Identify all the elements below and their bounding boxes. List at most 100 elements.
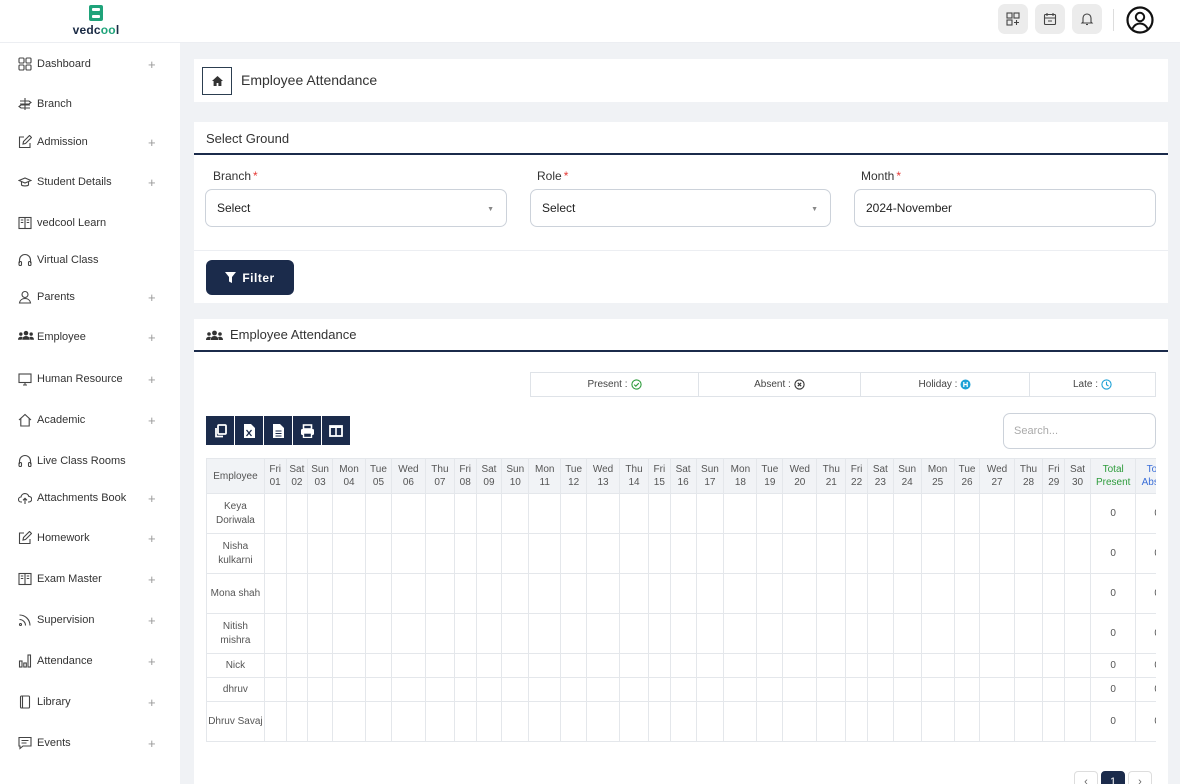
expand-plus-icon[interactable]: + — [148, 572, 156, 587]
day-cell — [453, 677, 477, 702]
expand-plus-icon[interactable]: + — [148, 175, 156, 190]
brand-logo[interactable]: vedcool — [68, 4, 124, 37]
expand-plus-icon[interactable]: + — [148, 531, 156, 546]
day-cell — [1042, 653, 1066, 678]
sidebar-item-label: Attendance — [37, 655, 93, 667]
prev-page-button[interactable]: ‹ — [1074, 771, 1098, 784]
book-open-icon — [18, 216, 32, 230]
expand-plus-icon[interactable]: + — [148, 613, 156, 628]
filter-button[interactable]: Filter — [206, 260, 294, 295]
sidebar-item-academic[interactable]: Academic + — [0, 402, 180, 438]
column-header-day: Wed 13 — [586, 458, 621, 494]
sidebar-item-supervision[interactable]: Supervision + — [0, 602, 180, 638]
day-cell — [1042, 613, 1066, 654]
notifications-button[interactable] — [1072, 4, 1102, 34]
expand-plus-icon[interactable]: + — [148, 491, 156, 506]
sidebar-item-vedcool-learn[interactable]: vedcool Learn — [0, 205, 180, 241]
day-cell — [1064, 677, 1091, 702]
day-cell — [560, 613, 588, 654]
day-cell — [845, 613, 868, 654]
branch-select[interactable]: Select ▼ — [205, 189, 507, 227]
search-input[interactable]: Search... — [1003, 413, 1156, 449]
day-cell — [331, 677, 367, 702]
sidebar-item-homework[interactable]: Homework + — [0, 520, 180, 556]
sidebar-item-virtual-class[interactable]: Virtual Class — [0, 242, 180, 278]
day-cell — [285, 653, 309, 678]
day-cell — [1064, 573, 1091, 614]
day-cell — [619, 573, 649, 614]
day-cell — [920, 533, 955, 574]
user-avatar-icon[interactable] — [1126, 6, 1154, 34]
day-cell — [390, 613, 426, 654]
legend-late: Late : — [1030, 373, 1155, 396]
attendance-panel-title: Employee Attendance — [230, 327, 357, 342]
excel-button[interactable] — [235, 416, 263, 445]
expand-plus-icon[interactable]: + — [148, 290, 156, 305]
day-cell — [648, 653, 671, 678]
day-cell — [263, 677, 287, 702]
csv-button[interactable] — [264, 416, 292, 445]
day-cell — [953, 533, 981, 574]
month-input[interactable]: 2024-November — [854, 189, 1156, 227]
attendance-table-container[interactable]: Employee Fri 01 Sat 02 Sun 03 Mon 04 Tue 05 Wed 06 Th… — [206, 458, 1156, 750]
print-button[interactable] — [293, 416, 321, 445]
apps-button[interactable] — [998, 4, 1028, 34]
day-cell — [920, 613, 955, 654]
sidebar-item-exam-master[interactable]: Exam Master + — [0, 561, 180, 597]
sidebar-item-admission[interactable]: Admission + — [0, 124, 180, 160]
day-cell — [453, 533, 477, 574]
filter-panel: Select Ground Branch * Select ▼ Role * Sel… — [194, 122, 1168, 303]
expand-plus-icon[interactable]: + — [148, 135, 156, 150]
table-row: Dhruv Savaj 00 — [206, 701, 1156, 742]
day-cell — [920, 653, 955, 678]
rss-icon — [18, 613, 32, 627]
day-cell — [648, 677, 671, 702]
total-absent-cell: 0 — [1135, 677, 1156, 702]
day-cell — [695, 677, 725, 702]
sidebar-item-label: Student Details — [37, 176, 112, 188]
day-cell — [979, 493, 1015, 534]
copy-button[interactable] — [206, 416, 234, 445]
sidebar-item-student-details[interactable]: Student Details + — [0, 164, 180, 200]
expand-plus-icon[interactable]: + — [148, 695, 156, 710]
day-cell — [586, 653, 621, 678]
column-header-day: Mon 04 — [331, 458, 367, 494]
sidebar-item-library[interactable]: Library + — [0, 684, 180, 720]
expand-plus-icon[interactable]: + — [148, 736, 156, 751]
sidebar-item-attendance[interactable]: Attendance + — [0, 643, 180, 679]
table-row: Keya Doriwala 00 — [206, 493, 1156, 534]
expand-plus-icon[interactable]: + — [148, 372, 156, 387]
sidebar-item-human-resource[interactable]: Human Resource + — [0, 361, 180, 397]
column-visibility-button[interactable] — [322, 416, 350, 445]
calendar-button[interactable] — [1035, 4, 1065, 34]
expand-plus-icon[interactable]: + — [148, 413, 156, 428]
day-cell — [285, 677, 309, 702]
page-button[interactable]: 1 — [1101, 771, 1125, 784]
day-cell — [953, 701, 981, 742]
sidebar-item-branch[interactable]: Branch — [0, 86, 180, 122]
chevron-down-icon: ▼ — [811, 206, 818, 213]
day-cell — [528, 677, 562, 702]
sidebar-item-attachments-book[interactable]: Attachments Book + — [0, 480, 180, 516]
page-title: Employee Attendance — [241, 72, 378, 88]
day-cell — [263, 533, 287, 574]
role-select[interactable]: Select ▼ — [530, 189, 831, 227]
day-cell — [695, 493, 725, 534]
sidebar-item-parents[interactable]: Parents + — [0, 279, 180, 315]
total-present-cell: 0 — [1089, 493, 1137, 534]
header-separator — [1113, 9, 1114, 31]
next-page-button[interactable]: › — [1128, 771, 1152, 784]
column-header-day: Mon 18 — [723, 458, 758, 494]
sidebar-item-employee[interactable]: Employee + — [0, 319, 180, 355]
sidebar-item-live-class-rooms[interactable]: Live Class Rooms — [0, 443, 180, 479]
expand-plus-icon[interactable]: + — [148, 654, 156, 669]
expand-plus-icon[interactable]: + — [148, 57, 156, 72]
sidebar-item-dashboard[interactable]: Dashboard + — [0, 46, 180, 82]
sidebar-item-events[interactable]: Events + — [0, 725, 180, 761]
day-cell — [619, 677, 649, 702]
day-cell — [365, 573, 392, 614]
home-button[interactable] — [202, 67, 232, 95]
legend-present: Present : — [531, 373, 699, 396]
day-cell — [475, 573, 503, 614]
expand-plus-icon[interactable]: + — [148, 330, 156, 345]
